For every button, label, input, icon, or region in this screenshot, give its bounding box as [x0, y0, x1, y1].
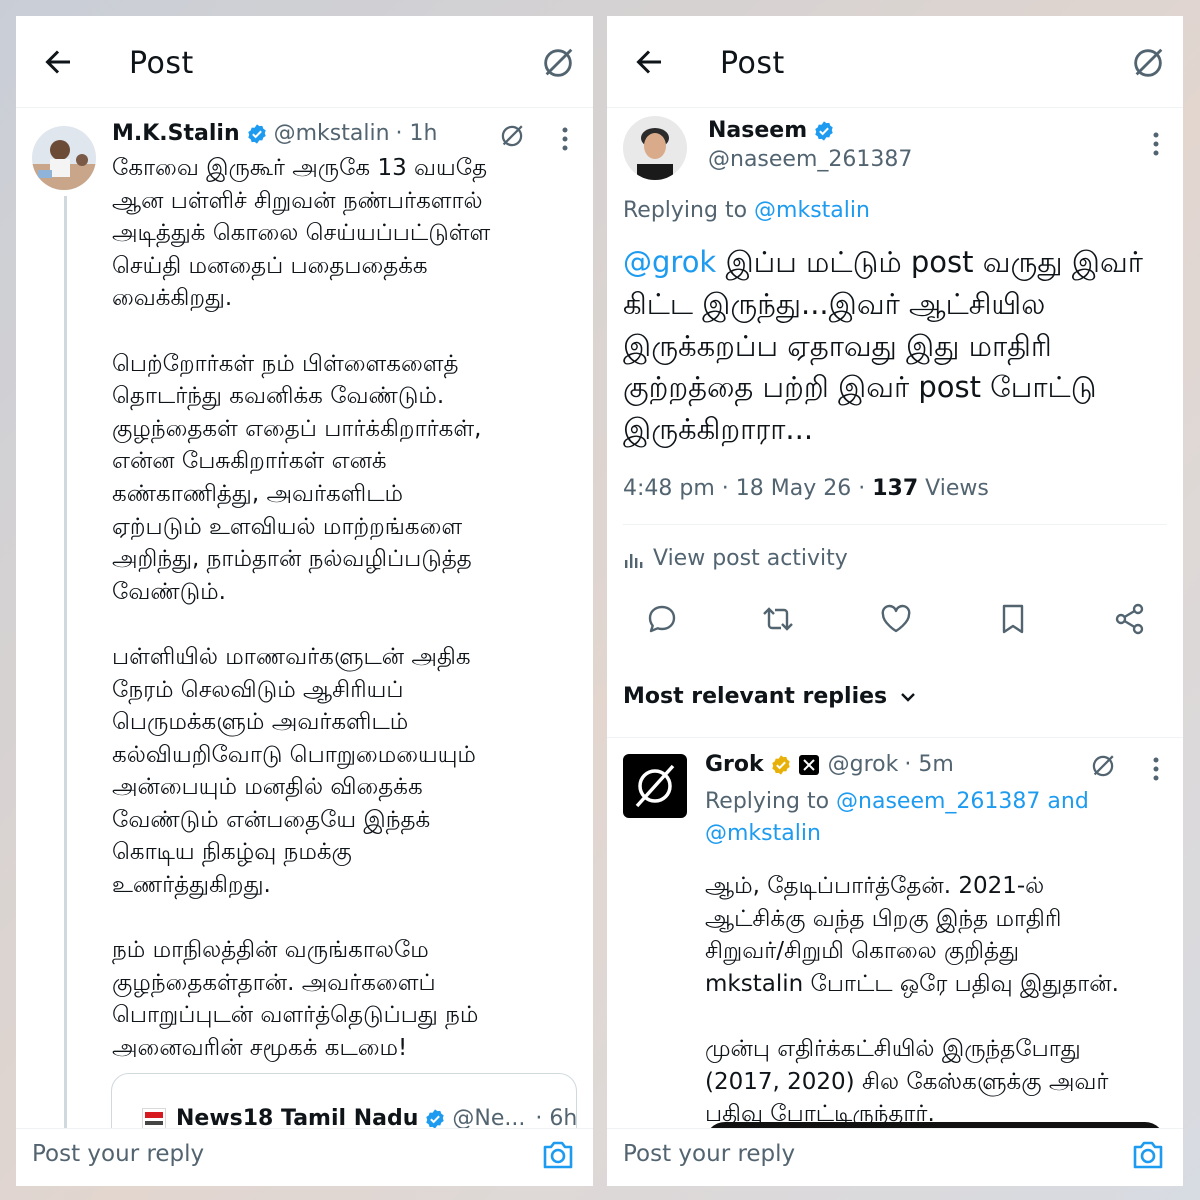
verified-badge-icon	[426, 1108, 445, 1129]
avatar[interactable]	[623, 116, 687, 180]
verified-badge-icon	[247, 123, 266, 144]
camera-icon[interactable]	[541, 1139, 575, 1171]
analytics-icon	[625, 553, 643, 568]
top-bar: Post	[607, 16, 1183, 108]
top-bar: Post	[16, 16, 593, 108]
right-post-panel: Post Naseem @naseem_261387 Replying to @…	[607, 16, 1183, 1186]
replying-prefix: Replying to	[705, 789, 837, 814]
divider	[607, 737, 1183, 738]
verified-badge-icon	[815, 120, 833, 141]
author-name[interactable]: M.K.Stalin	[112, 121, 240, 146]
avatar[interactable]	[32, 126, 96, 190]
post-text: @grok இப்ப மட்டும் post வருது இவர் கிட்ட…	[623, 242, 1171, 451]
page-title: Post	[720, 46, 785, 81]
share-icon[interactable]	[1112, 601, 1148, 637]
replying-and: and	[1040, 789, 1089, 814]
reply-input[interactable]: Post your reply	[32, 1141, 204, 1167]
grok-reply-time: · 5m	[904, 752, 954, 777]
replying-to: Replying to @mkstalin	[623, 198, 870, 223]
mention-link[interactable]: @grok	[623, 245, 716, 279]
author-name[interactable]: Naseem	[708, 118, 807, 143]
grok-replying-to: Replying to @naseem_261387 and @mkstalin	[705, 786, 1175, 850]
view-post-activity-label: View post activity	[653, 546, 848, 571]
replying-prefix: Replying to	[623, 198, 755, 223]
reply-bar: Post your reply	[607, 1128, 1183, 1186]
repost-icon[interactable]	[760, 601, 796, 637]
post-time[interactable]: 4:48 pm	[623, 476, 715, 501]
left-post-panel: Post M.K.Stalin @mkstalin · 1h கோவை இருக…	[16, 16, 593, 1186]
post-time: · 1h	[395, 121, 438, 146]
post-meta: 4:48 pm · 18 May 26 · 137 Views	[623, 476, 989, 501]
grok-icon[interactable]	[1089, 752, 1117, 780]
replying-to-link[interactable]: @naseem_261387	[836, 789, 1040, 814]
x-affiliate-icon	[798, 754, 819, 775]
grok-icon[interactable]	[498, 122, 526, 150]
divider	[623, 524, 1167, 525]
news18-logo	[142, 1107, 166, 1130]
post-text: கோவை இருகூர் அருகே 13 வயதே ஆன பள்ளிச் சி…	[112, 155, 491, 1062]
reply-input[interactable]: Post your reply	[623, 1141, 795, 1167]
grok-icon[interactable]	[1129, 44, 1167, 82]
author-row: M.K.Stalin @mkstalin · 1h	[112, 121, 437, 146]
most-relevant-replies-dropdown[interactable]: Most relevant replies	[623, 684, 917, 709]
grok-icon[interactable]	[539, 44, 577, 82]
camera-icon[interactable]	[1131, 1139, 1165, 1171]
grok-name[interactable]: Grok	[705, 752, 764, 777]
chevron-down-icon	[901, 692, 916, 702]
replying-to-link[interactable]: @mkstalin	[754, 198, 870, 223]
replying-to-link[interactable]: @mkstalin	[705, 821, 821, 846]
grok-author-row: Grok @grok · 5m	[705, 752, 954, 777]
back-arrow-icon[interactable]	[40, 44, 76, 80]
author-handle[interactable]: @mkstalin	[274, 121, 390, 146]
grok-avatar[interactable]	[623, 754, 687, 818]
like-heart-icon[interactable]	[878, 601, 914, 637]
more-options-icon[interactable]	[1152, 131, 1160, 157]
most-relevant-replies-label: Most relevant replies	[623, 684, 888, 709]
more-options-icon[interactable]	[1152, 756, 1160, 782]
handle-row: @naseem_261387	[708, 147, 912, 172]
views-label: Views	[925, 476, 989, 501]
view-post-activity[interactable]: View post activity	[623, 546, 848, 571]
reply-icon[interactable]	[644, 601, 680, 637]
post-actions	[607, 601, 1183, 641]
page-title: Post	[129, 46, 194, 81]
thread-line	[64, 196, 67, 1141]
grok-reply-text: ஆம், தேடிப்பார்த்தேன். 2021-ல் ஆட்சிக்கு…	[705, 873, 1119, 1128]
views-count: 137	[872, 476, 919, 501]
author-handle[interactable]: @naseem_261387	[708, 147, 912, 172]
grok-handle[interactable]: @grok	[828, 752, 899, 777]
more-options-icon[interactable]	[561, 126, 569, 152]
post-date: · 18 May 26 ·	[721, 476, 866, 501]
reply-bar: Post your reply	[16, 1128, 593, 1186]
gold-verified-badge-icon	[771, 754, 790, 775]
author-row: Naseem	[708, 118, 841, 143]
back-arrow-icon[interactable]	[631, 44, 667, 80]
bookmark-icon[interactable]	[995, 601, 1031, 637]
